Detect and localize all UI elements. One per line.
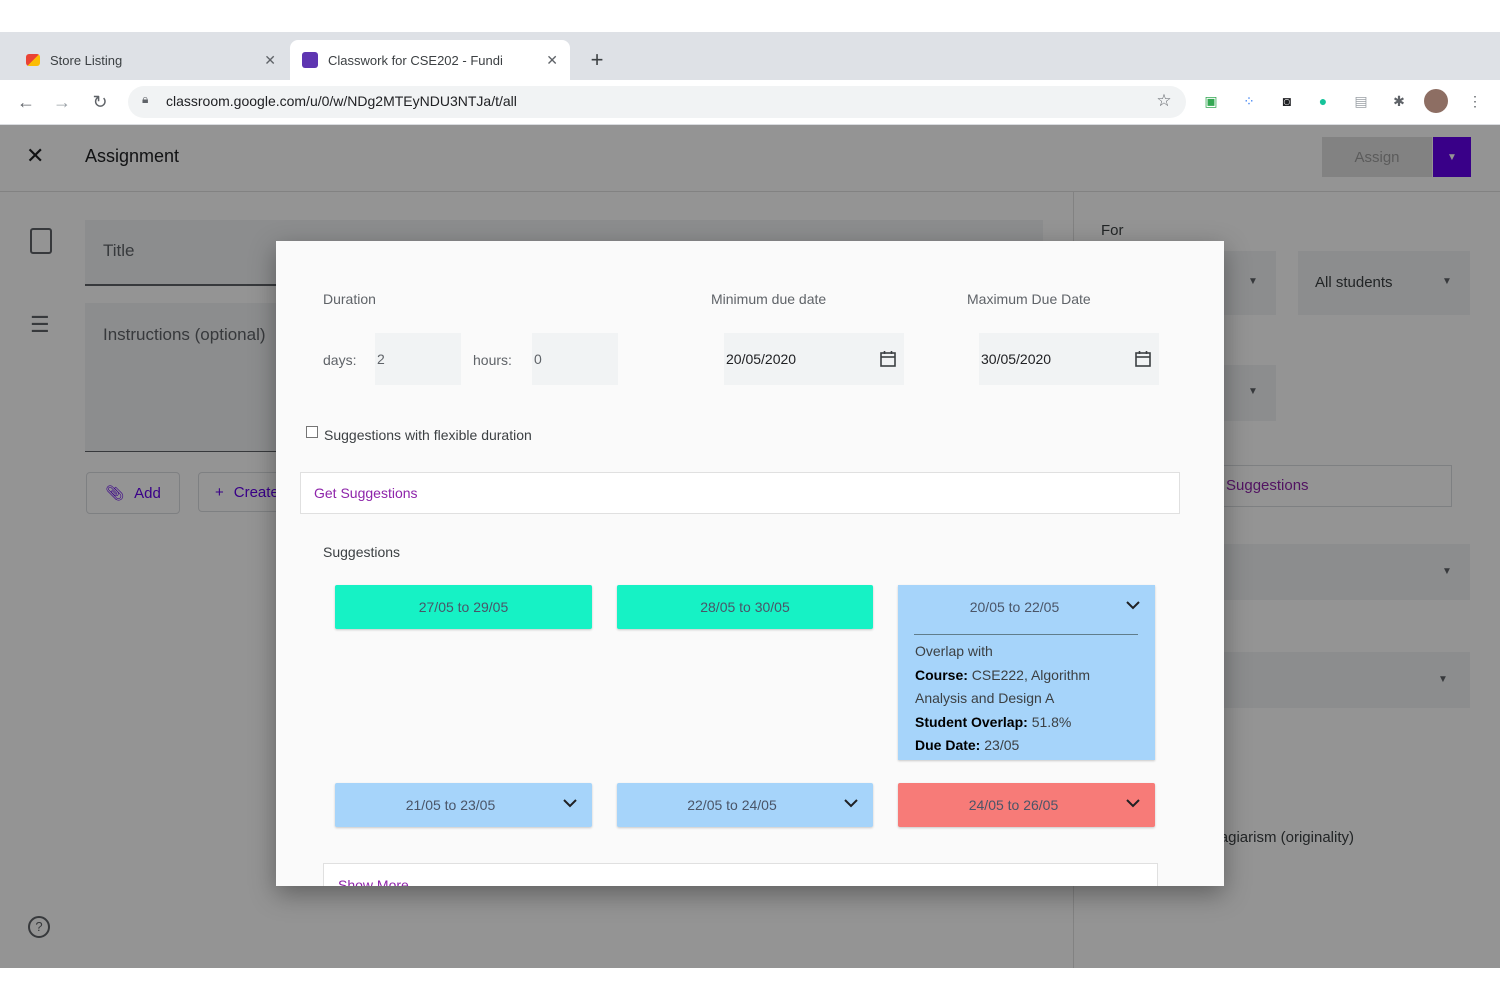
suggestion-range: 20/05 to 22/05 bbox=[969, 599, 1060, 615]
days-value: 2 bbox=[377, 351, 385, 367]
overlap-heading: Overlap with bbox=[915, 643, 993, 659]
suggestion-button[interactable]: 24/05 to 26/05 bbox=[898, 783, 1155, 827]
suggestion-range: 24/05 to 26/05 bbox=[968, 797, 1059, 813]
due-date-label: Due Date: bbox=[915, 737, 981, 753]
flexible-duration-checkbox[interactable] bbox=[306, 426, 318, 438]
student-overlap-label: Student Overlap: bbox=[915, 713, 1028, 730]
overlap-percent-line: Student Overlap: 51.8% bbox=[915, 711, 1140, 735]
min-due-date-label: Minimum due date bbox=[711, 291, 827, 307]
student-overlap-value: 51.8% bbox=[1031, 713, 1072, 730]
browser-menu-icon[interactable]: ⋮ bbox=[1464, 90, 1486, 112]
get-suggestions-label: Get Suggestions bbox=[314, 485, 418, 501]
close-tab-icon[interactable]: ✕ bbox=[546, 52, 558, 69]
hours-input[interactable]: 0 bbox=[532, 333, 618, 385]
back-icon[interactable]: ← bbox=[12, 88, 40, 116]
calendar-icon[interactable] bbox=[880, 350, 896, 367]
forward-icon[interactable]: → bbox=[48, 88, 76, 116]
calendar-icon[interactable] bbox=[1135, 350, 1151, 367]
days-label: days: bbox=[323, 352, 357, 368]
show-more-label: Show More bbox=[338, 877, 409, 886]
new-tab-button[interactable]: + bbox=[586, 48, 608, 72]
extension-inbox-icon[interactable]: ▣ bbox=[1200, 90, 1222, 112]
extension-doc-icon[interactable]: ▤ bbox=[1350, 90, 1372, 112]
lock-icon[interactable]: 🔒︎ bbox=[142, 92, 148, 107]
extension-dots-icon[interactable]: ⁘ bbox=[1238, 90, 1260, 112]
card-divider bbox=[914, 634, 1138, 635]
suggestions-heading: Suggestions bbox=[323, 544, 401, 560]
profile-avatar[interactable] bbox=[1424, 89, 1448, 113]
min-due-date-input[interactable]: 20/05/2020 bbox=[724, 333, 904, 385]
tab-classwork[interactable]: Classwork for CSE202 - Fundi ✕ bbox=[290, 40, 570, 80]
suggestion-range: 28/05 to 30/05 bbox=[700, 599, 790, 615]
grammarly-icon[interactable]: ● bbox=[1312, 90, 1334, 112]
tab-title: Store Listing bbox=[50, 52, 123, 68]
get-suggestions-button[interactable]: Get Suggestions bbox=[300, 472, 1180, 514]
suggestion-range: 22/05 to 24/05 bbox=[687, 797, 777, 813]
suggestion-button[interactable]: 21/05 to 23/05 bbox=[335, 783, 592, 827]
tab-store-listing[interactable]: Store Listing ✕ bbox=[14, 40, 288, 80]
url-text: classroom.google.com/u/0/w/NDg2MTEyNDU3N… bbox=[166, 93, 517, 109]
bookmark-star-icon[interactable]: ☆ bbox=[1153, 90, 1175, 112]
max-due-date-label: Maximum Due Date bbox=[967, 291, 1091, 307]
classroom-favicon-icon bbox=[302, 52, 318, 68]
store-listing-favicon-icon bbox=[26, 54, 40, 66]
max-due-date-value: 30/05/2020 bbox=[981, 351, 1052, 367]
suggestion-button[interactable]: 22/05 to 24/05 bbox=[617, 783, 873, 827]
max-due-date-input[interactable]: 30/05/2020 bbox=[979, 333, 1159, 385]
hours-label: hours: bbox=[473, 352, 512, 368]
suggestion-button[interactable]: 28/05 to 30/05 bbox=[617, 585, 873, 629]
extension-square-icon[interactable]: ◙ bbox=[1276, 90, 1298, 112]
chevron-down-icon[interactable] bbox=[1125, 795, 1141, 811]
min-due-date-value: 20/05/2020 bbox=[726, 351, 797, 367]
course-label: Course: bbox=[915, 666, 968, 683]
hours-value: 0 bbox=[534, 351, 542, 367]
extensions-puzzle-icon[interactable]: ✱ bbox=[1388, 90, 1410, 112]
tab-title: Classwork for CSE202 - Fundi bbox=[328, 52, 503, 68]
suggestion-button[interactable]: 27/05 to 29/05 bbox=[335, 585, 592, 629]
overlap-details: Overlap with Course: CSE222, Algorithm A… bbox=[915, 640, 1140, 758]
suggestion-card-expanded[interactable]: 20/05 to 22/05 Overlap with Course: CSE2… bbox=[898, 585, 1155, 760]
suggestion-range: 27/05 to 29/05 bbox=[418, 599, 509, 615]
reload-icon[interactable]: ↻ bbox=[86, 88, 114, 116]
chevron-down-icon[interactable] bbox=[843, 795, 859, 811]
chevron-down-icon[interactable] bbox=[1125, 597, 1141, 613]
due-date-value: 23/05 bbox=[984, 737, 1020, 753]
flexible-duration-label: Suggestions with flexible duration bbox=[324, 427, 532, 443]
suggestions-dialog: Duration days: 2 hours: 0 Minimum due da… bbox=[276, 241, 1224, 886]
show-more-button[interactable]: Show More bbox=[323, 863, 1158, 886]
days-input[interactable]: 2 bbox=[375, 333, 461, 385]
duration-label: Duration bbox=[323, 291, 376, 307]
close-tab-icon[interactable]: ✕ bbox=[264, 52, 276, 69]
overlap-due-line: Due Date: 23/05 bbox=[915, 734, 1140, 758]
suggestion-range: 21/05 to 23/05 bbox=[405, 797, 496, 813]
chevron-down-icon[interactable] bbox=[562, 795, 578, 811]
overlap-course-line: Course: CSE222, Algorithm Analysis and D… bbox=[915, 664, 1140, 711]
